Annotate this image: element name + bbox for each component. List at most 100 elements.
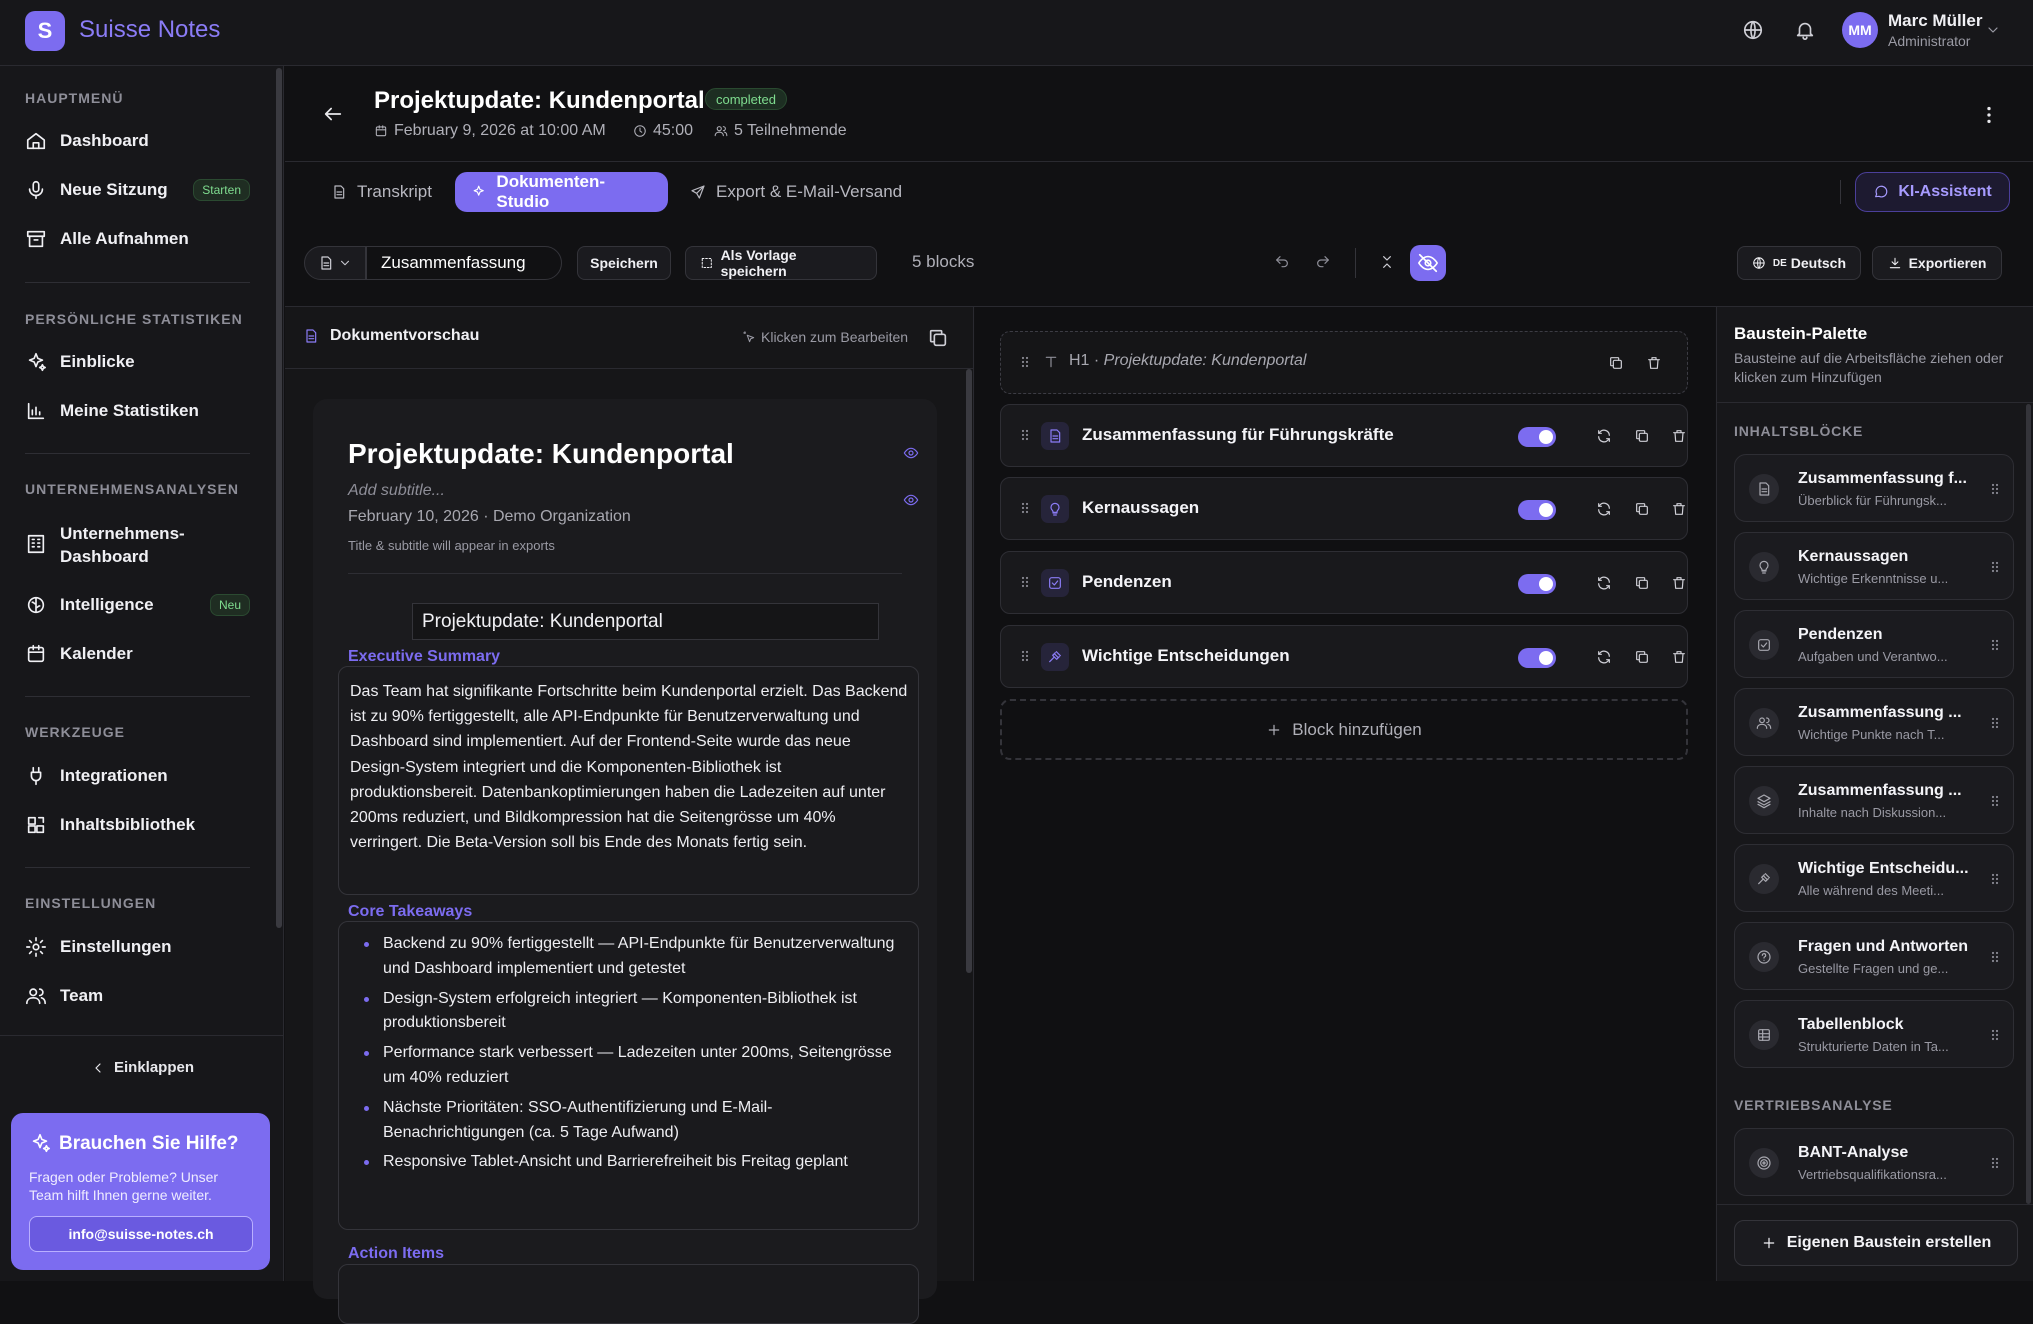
drag-handle-icon[interactable]	[1017, 500, 1033, 516]
executive-summary-text[interactable]: Das Team hat signifikante Fortschritte b…	[350, 679, 910, 855]
app-logo[interactable]: S	[25, 11, 65, 51]
bell-icon[interactable]	[1794, 19, 1816, 41]
trash-icon[interactable]	[1671, 501, 1687, 517]
palette-card[interactable]: Wichtige Entscheidu... Alle während des …	[1734, 844, 2014, 912]
drag-handle-icon[interactable]	[1987, 637, 2003, 653]
template-name-input[interactable]: Zusammenfassung	[366, 246, 562, 280]
sidebar-item-team[interactable]: Team	[25, 985, 250, 1007]
sidebar-item-kalender[interactable]: Kalender	[25, 643, 250, 665]
drag-handle-icon[interactable]	[1017, 574, 1033, 590]
back-arrow-icon[interactable]	[322, 103, 344, 125]
collapse-all-icon[interactable]	[1379, 254, 1395, 270]
palette-card[interactable]: Fragen und Antworten Gestellte Fragen un…	[1734, 922, 2014, 990]
drag-handle-icon[interactable]	[1017, 354, 1033, 370]
preview-scrollbar[interactable]	[966, 369, 972, 973]
refresh-icon[interactable]	[1596, 501, 1612, 517]
sidebar-item-einstellungen[interactable]: Einstellungen	[25, 936, 250, 958]
export-button[interactable]: Exportieren	[1872, 246, 2002, 280]
refresh-icon[interactable]	[1596, 428, 1612, 444]
list-item[interactable]: Nächste Prioritäten: SSO-Authentifizieru…	[361, 1096, 901, 1146]
palette-card[interactable]: Kernaussagen Wichtige Erkenntnisse u...	[1734, 532, 2014, 600]
trash-icon[interactable]	[1646, 355, 1662, 371]
eye-icon[interactable]	[903, 492, 919, 508]
drag-handle-icon[interactable]	[1987, 1155, 2003, 1171]
save-button[interactable]: Speichern	[577, 246, 671, 280]
core-takeaways-box[interactable]: Backend zu 90% fertiggestellt — API-Endp…	[338, 921, 919, 1230]
more-vertical-icon[interactable]	[1978, 104, 2000, 126]
drag-handle-icon[interactable]	[1987, 559, 2003, 575]
block-toggle[interactable]	[1518, 500, 1556, 520]
create-custom-block-button[interactable]: Eigenen Baustein erstellen	[1734, 1220, 2018, 1266]
copy-icon[interactable]	[1608, 355, 1624, 371]
block-pendenzen[interactable]: Pendenzen	[1000, 551, 1688, 614]
user-name[interactable]: Marc Müller	[1888, 11, 1982, 31]
drag-handle-icon[interactable]	[1987, 949, 2003, 965]
block-kernaussagen[interactable]: Kernaussagen	[1000, 477, 1688, 540]
chevron-down-icon[interactable]	[1985, 22, 2001, 38]
sidebar-scrollbar[interactable]	[276, 68, 282, 928]
drag-handle-icon[interactable]	[1987, 793, 2003, 809]
h1-block[interactable]: H1 · Projektupdate: Kundenportal	[1000, 331, 1688, 394]
trash-icon[interactable]	[1671, 575, 1687, 591]
drag-handle-icon[interactable]	[1987, 871, 2003, 887]
globe-icon[interactable]	[1742, 19, 1764, 41]
drag-handle-icon[interactable]	[1987, 1027, 2003, 1043]
drag-handle-icon[interactable]	[1987, 715, 2003, 731]
list-item[interactable]: Design-System erfolgreich integriert — K…	[361, 987, 901, 1037]
drag-handle-icon[interactable]	[1017, 427, 1033, 443]
copy-icon[interactable]	[1634, 428, 1650, 444]
block-toggle[interactable]	[1518, 648, 1556, 668]
app-name[interactable]: Suisse Notes	[79, 16, 220, 44]
palette-card[interactable]: Tabellenblock Strukturierte Daten in Ta.…	[1734, 1000, 2014, 1068]
refresh-icon[interactable]	[1596, 649, 1612, 665]
collapse-button[interactable]: Einklappen	[0, 1035, 284, 1099]
block-zusammenfassung[interactable]: Zusammenfassung für Führungskräfte	[1000, 404, 1688, 467]
subtitle-input[interactable]: Add subtitle...	[348, 482, 445, 500]
palette-card[interactable]: Zusammenfassung ... Wichtige Punkte nach…	[1734, 688, 2014, 756]
sidebar-item-intelligence[interactable]: Intelligence Neu	[25, 594, 250, 616]
copy-icon[interactable]	[1634, 501, 1650, 517]
undo-icon[interactable]	[1274, 254, 1290, 270]
sidebar-item-neue-sitzung[interactable]: Neue Sitzung Starten	[25, 179, 250, 201]
sidebar-item-unternehmens-dashboard[interactable]: Unternehmens-Dashboard	[25, 522, 250, 568]
palette-card[interactable]: BANT-Analyse Vertriebsqualifikationsra..…	[1734, 1128, 2014, 1196]
add-block-button[interactable]: Block hinzufügen	[1000, 699, 1688, 760]
palette-card[interactable]: Pendenzen Aufgaben und Verantwo...	[1734, 610, 2014, 678]
tab-export[interactable]: Export & E-Mail-Versand	[674, 172, 918, 212]
copy-icon[interactable]	[1634, 649, 1650, 665]
executive-summary-box[interactable]: Das Team hat signifikante Fortschritte b…	[338, 666, 919, 895]
template-picker[interactable]	[304, 246, 366, 280]
copy-icon[interactable]	[927, 327, 949, 349]
avatar[interactable]: MM	[1842, 12, 1878, 48]
tab-dokumenten-studio[interactable]: Dokumenten-Studio	[455, 172, 668, 212]
list-item[interactable]: Responsive Tablet-Ansicht und Barrierefr…	[361, 1150, 901, 1175]
refresh-icon[interactable]	[1596, 575, 1612, 591]
block-toggle[interactable]	[1518, 574, 1556, 594]
list-item[interactable]: Performance stark verbessert — Ladezeite…	[361, 1041, 901, 1091]
sidebar-item-einblicke[interactable]: Einblicke	[25, 351, 250, 373]
palette-card[interactable]: Zusammenfassung f... Überblick für Führu…	[1734, 454, 2014, 522]
action-items-box[interactable]	[338, 1264, 919, 1324]
eye-off-toggle[interactable]	[1410, 245, 1446, 281]
save-as-template-button[interactable]: Als Vorlage speichern	[685, 246, 877, 280]
h1-input[interactable]: Projektupdate: Kundenportal	[412, 603, 879, 640]
sidebar-item-alle-aufnahmen[interactable]: Alle Aufnahmen	[25, 228, 250, 250]
redo-icon[interactable]	[1315, 254, 1331, 270]
palette-card[interactable]: Zusammenfassung ... Inhalte nach Diskuss…	[1734, 766, 2014, 834]
ki-assistant-button[interactable]: KI-Assistent	[1855, 172, 2010, 212]
sidebar-item-inhaltsbibliothek[interactable]: Inhaltsbibliothek	[25, 814, 250, 836]
copy-icon[interactable]	[1634, 575, 1650, 591]
language-button[interactable]: DE Deutsch	[1737, 246, 1861, 280]
drag-handle-icon[interactable]	[1987, 481, 2003, 497]
document-title[interactable]: Projektupdate: Kundenportal	[348, 438, 734, 470]
sidebar-item-dashboard[interactable]: Dashboard	[25, 130, 250, 152]
trash-icon[interactable]	[1671, 649, 1687, 665]
list-item[interactable]: Backend zu 90% fertiggestellt — API-Endp…	[361, 932, 901, 982]
eye-icon[interactable]	[903, 445, 919, 461]
sidebar-item-meine-statistiken[interactable]: Meine Statistiken	[25, 400, 250, 422]
tab-transkript[interactable]: Transkript	[315, 172, 448, 212]
block-wichtige-entscheidungen[interactable]: Wichtige Entscheidungen	[1000, 625, 1688, 688]
trash-icon[interactable]	[1671, 428, 1687, 444]
block-toggle[interactable]	[1518, 427, 1556, 447]
help-email-button[interactable]: info@suisse-notes.ch	[29, 1216, 253, 1252]
